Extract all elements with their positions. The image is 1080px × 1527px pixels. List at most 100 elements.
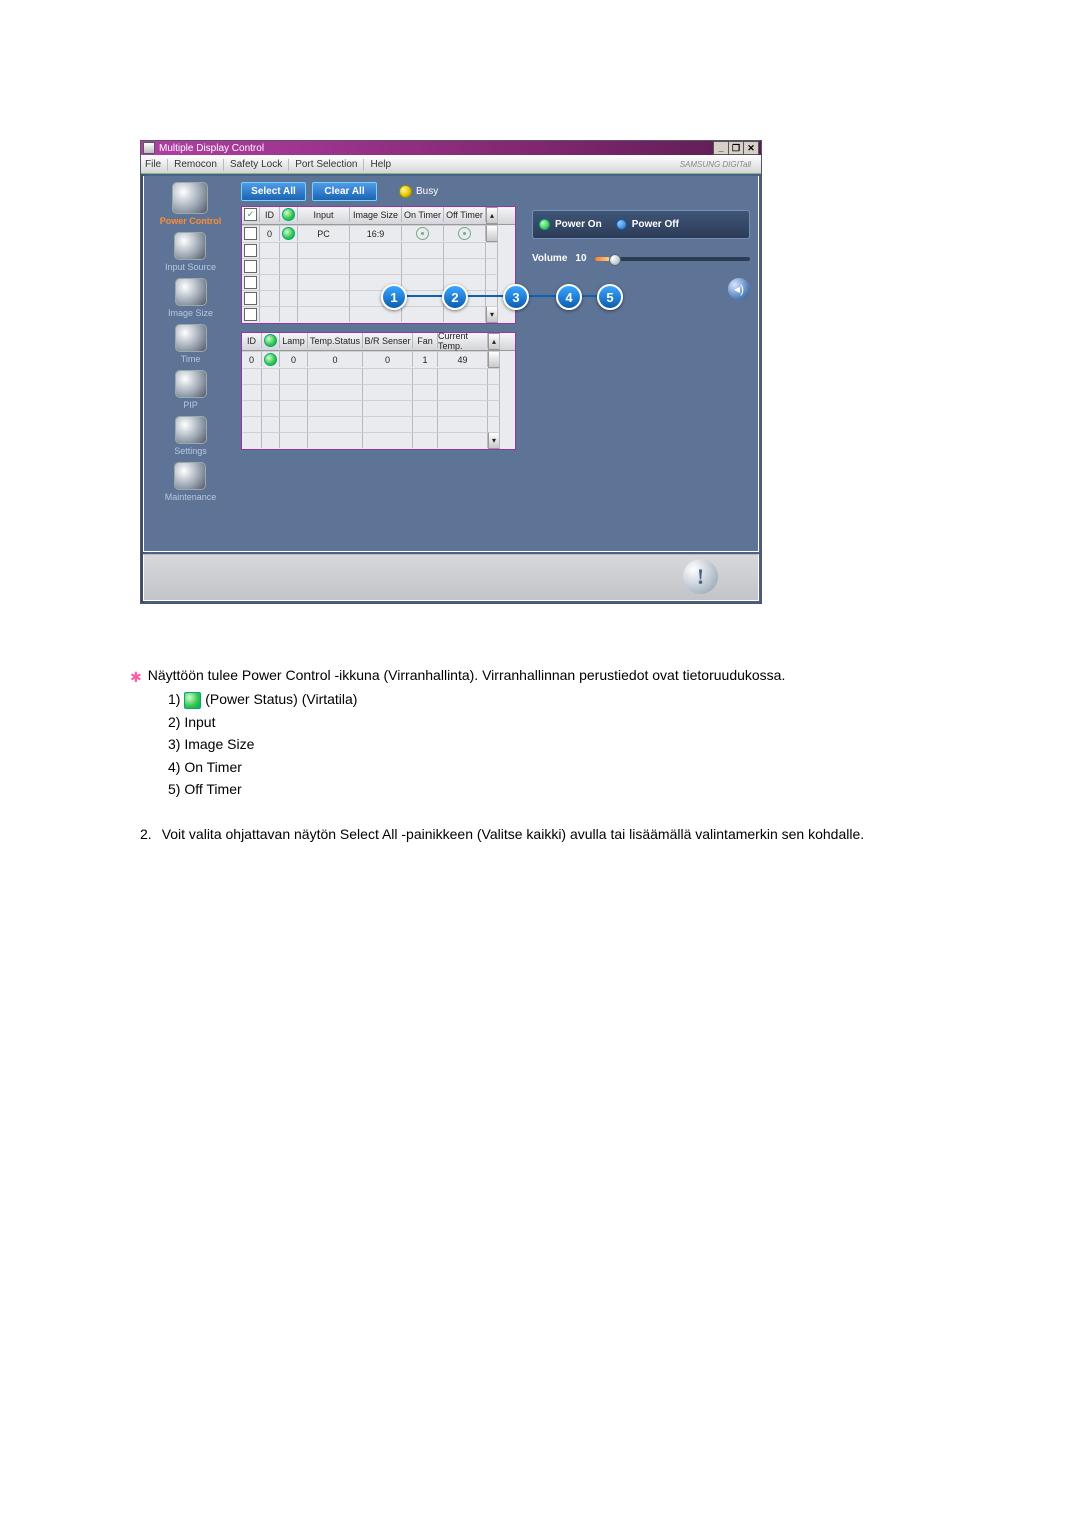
power-on-icon — [539, 219, 550, 230]
info-icon[interactable]: ! — [683, 559, 718, 594]
sidebar-item-settings[interactable]: Settings — [174, 416, 207, 456]
scroll-thumb[interactable] — [488, 351, 500, 368]
table-row[interactable]: 0 PC 16:9 — [242, 225, 515, 242]
restore-button[interactable]: ❐ — [729, 141, 744, 155]
scroll-thumb[interactable] — [486, 225, 498, 242]
volume-slider[interactable] — [595, 257, 750, 261]
sidebar-item-power-control[interactable]: Power Control — [160, 182, 222, 226]
status-grid: ID Lamp Temp.Status B/R Senser Fan Curre… — [241, 332, 516, 450]
power-off-label: Power Off — [632, 219, 679, 230]
col-input: Input — [298, 207, 350, 222]
scroll-up-button[interactable]: ▴ — [488, 333, 500, 350]
col-offtimer: Off Timer — [444, 207, 486, 222]
display-grid: ID Input Image Size On Timer Off Timer ▴ — [241, 206, 516, 324]
busy-label: Busy — [416, 186, 438, 197]
list-item-2: 2) Input — [168, 711, 990, 733]
main-panel: Select All Clear All Busy ID — [237, 176, 758, 551]
cell2-id: 0 — [242, 351, 262, 367]
list-item-3: 3) Image Size — [168, 733, 990, 755]
bullet-star-icon: ✱ — [130, 666, 142, 688]
menu-bar: File Remocon Safety Lock Port Selection … — [141, 155, 761, 174]
minimize-button[interactable]: _ — [713, 141, 729, 155]
lead-text: Näyttöön tulee Power Control -ikkuna (Vi… — [148, 664, 786, 686]
sidebar-item-input-source[interactable]: Input Source — [165, 232, 216, 272]
row-checkbox[interactable] — [244, 292, 257, 305]
cell2-cur: 49 — [438, 351, 488, 367]
col-imgsize: Image Size — [350, 207, 402, 222]
sidebar-item-maintenance[interactable]: Maintenance — [165, 462, 217, 502]
cell-id: 0 — [260, 225, 280, 241]
sidebar-item-time[interactable]: Time — [175, 324, 207, 364]
col-power-status-icon — [280, 207, 298, 222]
volume-knob[interactable] — [609, 254, 621, 266]
col2-cur: Current Temp. — [438, 333, 488, 348]
cell-offtimer — [444, 225, 486, 241]
row-checkbox[interactable] — [244, 260, 257, 273]
app-window: Multiple Display Control _ ❐ ✕ File Remo… — [140, 140, 762, 604]
inspector-panel: Power On Power Off Volume 10 — [522, 206, 754, 545]
close-button[interactable]: ✕ — [744, 141, 759, 155]
menu-file[interactable]: File — [145, 159, 161, 170]
power-status-icon — [184, 692, 201, 709]
sidebar-item-image-size[interactable]: Image Size — [168, 278, 213, 318]
table-row[interactable]: 0 0 0 0 1 49 — [242, 351, 515, 368]
col2-br: B/R Senser — [363, 333, 413, 348]
menu-safety[interactable]: Safety Lock — [230, 159, 282, 170]
sidebar-item-pip[interactable]: PIP — [175, 370, 207, 410]
menu-help[interactable]: Help — [370, 159, 391, 170]
sidebar-item-label: Maintenance — [165, 492, 217, 502]
sidebar-item-label: Power Control — [160, 216, 222, 226]
document-text: ✱ Näyttöön tulee Power Control -ikkuna (… — [140, 664, 990, 845]
cell2-temp: 0 — [308, 351, 363, 367]
row-checkbox[interactable] — [244, 227, 257, 240]
volume-label: Volume — [532, 253, 567, 264]
col-id: ID — [260, 207, 280, 222]
select-all-button[interactable]: Select All — [241, 182, 306, 201]
select-all-checkbox[interactable] — [244, 208, 257, 221]
row-checkbox[interactable] — [244, 276, 257, 289]
menu-remocon[interactable]: Remocon — [174, 159, 217, 170]
brand-label: SAMSUNG DIGITall — [680, 160, 757, 169]
cell-ontimer — [402, 225, 444, 241]
sidebar: Power Control Input Source Image Size Ti… — [144, 176, 237, 551]
list-item-1-after: (Power Status) (Virtatila) — [205, 691, 357, 707]
scroll-down-button[interactable]: ▾ — [488, 432, 500, 449]
menu-port[interactable]: Port Selection — [295, 159, 357, 170]
cell2-fan: 1 — [413, 351, 438, 367]
power-on-button[interactable]: Power On — [539, 219, 602, 230]
title-bar: Multiple Display Control _ ❐ ✕ — [141, 141, 761, 155]
busy-indicator-icon — [399, 185, 412, 198]
cell-imgsize: 16:9 — [350, 225, 402, 241]
clear-all-button[interactable]: Clear All — [312, 182, 377, 201]
power-control-icon — [172, 182, 208, 214]
col2-lamp: Lamp — [280, 333, 308, 348]
status-bar: ! — [143, 554, 759, 601]
image-size-icon — [175, 278, 207, 306]
time-icon — [175, 324, 207, 352]
list-item-4: 4) On Timer — [168, 756, 990, 778]
input-source-icon — [174, 232, 206, 260]
speaker-icon[interactable]: ◂) — [728, 278, 750, 300]
cell2-br: 0 — [363, 351, 413, 367]
row-checkbox[interactable] — [244, 244, 257, 257]
sidebar-item-label: Input Source — [165, 262, 216, 272]
volume-fill — [595, 257, 611, 261]
col2-fan: Fan — [413, 333, 438, 348]
power-off-button[interactable]: Power Off — [616, 219, 679, 230]
scroll-down-button[interactable]: ▾ — [486, 306, 498, 323]
col-ontimer: On Timer — [402, 207, 444, 222]
col2-power-status-icon — [262, 333, 280, 348]
list-item-5: 5) Off Timer — [168, 778, 990, 800]
app-icon — [143, 142, 155, 154]
para2-text: Voit valita ohjattavan näytön Select All… — [162, 823, 864, 845]
cell-power-status-icon — [280, 225, 298, 241]
cell2-lamp: 0 — [280, 351, 308, 367]
power-off-icon — [616, 219, 627, 230]
row-checkbox[interactable] — [244, 308, 257, 321]
col2-id: ID — [242, 333, 262, 348]
sidebar-item-label: Image Size — [168, 308, 213, 318]
cell2-power-status-icon — [262, 351, 280, 367]
settings-icon — [175, 416, 207, 444]
scroll-up-button[interactable]: ▴ — [486, 207, 498, 224]
para2-prefix: 2. — [140, 823, 152, 845]
